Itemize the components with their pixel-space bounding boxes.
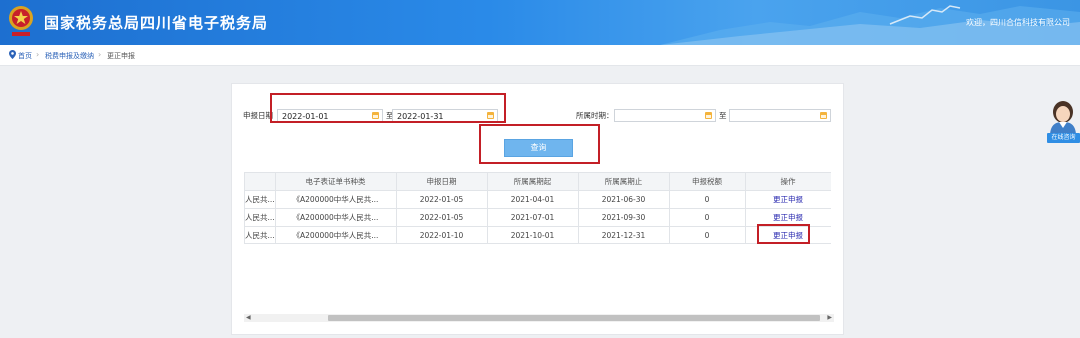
table-cell: 2022-01-05 <box>396 190 488 209</box>
correct-filing-link[interactable]: 更正申报 <box>773 195 803 204</box>
column-header: 操作 <box>745 173 831 191</box>
table-cell: 2021-12-31 <box>578 226 670 243</box>
table-cell: 更正申报 <box>745 226 831 243</box>
table-cell: 更正申报 <box>745 208 831 227</box>
table-cell: 0 <box>669 208 746 227</box>
calendar-icon[interactable] <box>820 112 827 119</box>
table-cell: 《A200000中华人民共... <box>275 190 397 209</box>
breadcrumb-tax-filing[interactable]: 税费申报及缴纳 <box>45 51 94 61</box>
table-cell: 更正申报 <box>745 190 831 209</box>
period-from-input[interactable] <box>614 109 716 122</box>
period-to-input[interactable] <box>729 109 831 122</box>
report-date-to-input[interactable]: 2022-01-31 <box>392 109 498 122</box>
table-cell: 人民共... <box>245 208 276 227</box>
table-cell: 2021-04-01 <box>487 190 579 209</box>
column-header <box>245 173 276 191</box>
scroll-left-icon[interactable]: ◀ <box>246 314 251 322</box>
breadcrumb-separator: › <box>98 50 102 59</box>
correct-filing-link[interactable]: 更正申报 <box>773 213 803 222</box>
query-button[interactable]: 查询 <box>504 139 573 157</box>
table-cell: 0 <box>669 226 746 243</box>
scrollbar-thumb[interactable] <box>328 315 820 321</box>
column-header: 所属属期止 <box>578 173 670 191</box>
results-table: 电子表证单书种类 申报日期 所属属期起 所属属期止 申报税额 操作 人民共...… <box>245 173 831 243</box>
table-cell: 2022-01-05 <box>396 208 488 227</box>
location-pin-icon <box>9 50 16 59</box>
online-service-label: 在线咨询 <box>1047 133 1080 143</box>
scroll-right-icon[interactable]: ▶ <box>827 314 832 322</box>
table-cell: 2021-06-30 <box>578 190 670 209</box>
column-header: 电子表证单书种类 <box>275 173 397 191</box>
table-cell: 2021-07-01 <box>487 208 579 227</box>
calendar-icon[interactable] <box>487 112 494 119</box>
breadcrumb-home[interactable]: 首页 <box>18 51 32 61</box>
column-header: 申报税额 <box>669 173 746 191</box>
breadcrumb-current: 更正申报 <box>107 52 135 60</box>
column-header: 申报日期 <box>396 173 488 191</box>
table-cell: 0 <box>669 190 746 209</box>
report-date-label: 申报日期 <box>243 111 273 120</box>
results-grid: 电子表证单书种类 申报日期 所属属期起 所属属期止 申报税额 操作 人民共...… <box>244 172 831 244</box>
table-cell: 2022-01-10 <box>396 226 488 243</box>
report-date-from-input[interactable]: 2022-01-01 <box>277 109 383 122</box>
breadcrumb: 首页 › 税费申报及缴纳 › 更正申报 <box>0 45 1080 66</box>
online-service-widget[interactable]: 在线咨询 <box>1044 100 1080 146</box>
site-title: 国家税务总局四川省电子税务局 <box>44 14 269 32</box>
table-row: 人民共... 《A200000中华人民共... 2022-01-05 2021-… <box>245 208 831 227</box>
customer-service-avatar-icon <box>1050 101 1076 134</box>
table-cell: 人民共... <box>245 226 276 243</box>
column-header: 所属属期起 <box>487 173 579 191</box>
table-cell: 2021-09-30 <box>578 208 670 227</box>
table-cell: 2021-10-01 <box>487 226 579 243</box>
table-row: 人民共... 《A200000中华人民共... 2022-01-10 2021-… <box>245 226 831 243</box>
table-row: 人民共... 《A200000中华人民共... 2022-01-05 2021-… <box>245 190 831 209</box>
horizontal-scrollbar[interactable]: ◀ ▶ <box>244 314 834 322</box>
table-cell: 《A200000中华人民共... <box>275 208 397 227</box>
table-cell: 《A200000中华人民共... <box>275 226 397 243</box>
calendar-icon[interactable] <box>705 112 712 119</box>
table-header-row: 电子表证单书种类 申报日期 所属属期起 所属属期止 申报税额 操作 <box>245 173 831 191</box>
site-header: 国家税务总局四川省电子税务局 欢迎，四川合信科技有限公司 <box>0 0 1080 45</box>
welcome-text: 欢迎，四川合信科技有限公司 <box>966 18 1070 27</box>
table-cell: 人民共... <box>245 190 276 209</box>
correct-filing-link[interactable]: 更正申报 <box>773 231 803 240</box>
breadcrumb-separator: › <box>36 50 40 59</box>
period-to-label: 至 <box>719 111 727 120</box>
period-label: 所属时期： <box>576 111 614 120</box>
tax-emblem-icon <box>9 6 33 36</box>
calendar-icon[interactable] <box>372 112 379 119</box>
